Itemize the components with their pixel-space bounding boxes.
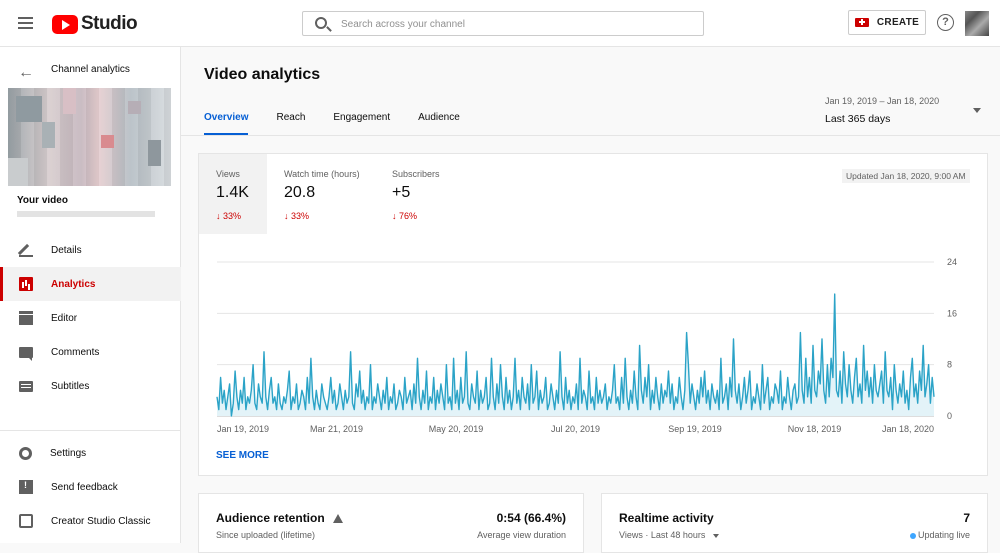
metric-value: 1.4K bbox=[216, 184, 249, 201]
search-input[interactable] bbox=[341, 16, 691, 32]
sidebar-item-comments[interactable]: Comments bbox=[0, 335, 181, 369]
metric-views[interactable]: Views 1.4K ↓ 33% bbox=[199, 154, 267, 234]
sidebar-item-label: Send feedback bbox=[51, 481, 118, 493]
create-button[interactable]: CREATE bbox=[848, 10, 926, 35]
warning-icon bbox=[333, 514, 343, 523]
card-value: 0:54 (66.4%) bbox=[496, 511, 566, 525]
analytics-icon bbox=[19, 277, 33, 291]
see-more-link[interactable]: SEE MORE bbox=[216, 450, 269, 461]
feedback-icon bbox=[19, 480, 33, 494]
page-title: Video analytics bbox=[204, 66, 321, 83]
classic-icon bbox=[19, 514, 33, 528]
menu-icon[interactable] bbox=[18, 17, 33, 29]
tab-overview[interactable]: Overview bbox=[204, 112, 249, 135]
metric-label: Subscribers bbox=[392, 169, 440, 179]
metric-change: ↓ 33% bbox=[284, 211, 310, 221]
card-subtitle: Since uploaded (lifetime) bbox=[216, 530, 316, 540]
metric-watch-time[interactable]: Watch time (hours) 20.8 ↓ 33% bbox=[267, 154, 375, 234]
sidebar: ← Channel analytics Your video Details A… bbox=[0, 47, 181, 543]
live-dot-icon bbox=[910, 533, 916, 539]
card-value-label: Average view duration bbox=[477, 530, 566, 540]
sidebar-item-analytics[interactable]: Analytics bbox=[0, 267, 181, 301]
help-icon[interactable]: ? bbox=[937, 14, 954, 31]
chevron-down-icon[interactable] bbox=[973, 108, 981, 113]
your-video-label: Your video bbox=[17, 195, 68, 206]
metric-change: ↓ 33% bbox=[216, 211, 242, 221]
metric-value: 20.8 bbox=[284, 184, 316, 201]
video-thumbnail[interactable] bbox=[8, 88, 171, 186]
x-tick-label: Jul 20, 2019 bbox=[551, 424, 600, 434]
y-tick-label: 8 bbox=[947, 360, 952, 370]
metric-label: Watch time (hours) bbox=[284, 169, 360, 179]
sidebar-divider bbox=[0, 430, 181, 431]
card-title: Realtime activity bbox=[619, 511, 714, 525]
y-tick-label: 24 bbox=[947, 257, 957, 267]
sidebar-item-label: Settings bbox=[50, 447, 87, 459]
card-subtitle[interactable]: Views · Last 48 hours bbox=[619, 530, 705, 540]
tab-engagement[interactable]: Engagement bbox=[333, 112, 390, 135]
sidebar-item-label: Editor bbox=[51, 312, 78, 324]
x-tick-label: Sep 19, 2019 bbox=[668, 424, 722, 434]
sidebar-item-creator-studio-classic[interactable]: Creator Studio Classic bbox=[0, 504, 181, 538]
sidebar-item-label: Subtitles bbox=[51, 380, 90, 392]
avatar[interactable] bbox=[965, 11, 989, 36]
search-icon bbox=[315, 17, 327, 29]
chevron-down-icon[interactable] bbox=[713, 534, 719, 538]
y-tick-label: 0 bbox=[947, 411, 952, 421]
create-label: CREATE bbox=[876, 17, 920, 28]
sidebar-item-label: Analytics bbox=[51, 278, 96, 290]
updated-badge: Updated Jan 18, 2020, 9:00 AM bbox=[842, 169, 970, 183]
gear-icon bbox=[19, 446, 32, 460]
x-tick-label: Nov 18, 2019 bbox=[788, 424, 842, 434]
sidebar-item-editor[interactable]: Editor bbox=[0, 301, 181, 335]
metric-label: Views bbox=[216, 169, 240, 179]
sidebar-item-label: Details bbox=[51, 244, 82, 256]
card-value-label: Updating live bbox=[917, 530, 970, 540]
search-box[interactable] bbox=[302, 11, 704, 36]
chart-y-ticks: 0 8 16 24 bbox=[947, 257, 957, 421]
date-range-label: Last 365 days bbox=[825, 113, 891, 125]
realtime-activity-card[interactable]: Realtime activity Views · Last 48 hours … bbox=[601, 493, 988, 553]
sidebar-item-label: Creator Studio Classic bbox=[51, 515, 151, 527]
views-chart: 0 8 16 24 Jan 19, 2019 Mar 21, 2019 May 20, 2… bbox=[216, 257, 957, 434]
date-range-selector[interactable]: Jan 19, 2019 – Jan 18, 2020 Last 365 day… bbox=[825, 96, 939, 125]
sidebar-item-label: Comments bbox=[51, 346, 100, 358]
tab-bar: Overview Reach Engagement Audience bbox=[204, 112, 488, 135]
x-tick-label: Mar 21, 2019 bbox=[310, 424, 363, 434]
sidebar-title: Channel analytics bbox=[51, 64, 130, 75]
metric-subscribers[interactable]: Subscribers +5 ↓ 76% bbox=[375, 154, 475, 234]
card-title: Audience retention bbox=[216, 511, 325, 525]
y-tick-label: 16 bbox=[947, 308, 957, 318]
sidebar-item-settings[interactable]: Settings bbox=[0, 436, 181, 470]
logo-text: Studio bbox=[81, 13, 138, 34]
top-bar: Studio CREATE ? bbox=[0, 0, 1000, 47]
chart-x-ticks: Jan 19, 2019 Mar 21, 2019 May 20, 2019 Jul … bbox=[217, 424, 934, 434]
x-tick-label: Jan 19, 2019 bbox=[217, 424, 269, 434]
comment-icon bbox=[19, 346, 33, 361]
x-tick-label: Jan 18, 2020 bbox=[882, 424, 934, 434]
overview-card: Views 1.4K ↓ 33% Watch time (hours) 20.8… bbox=[198, 153, 988, 476]
tab-audience[interactable]: Audience bbox=[418, 112, 460, 135]
sidebar-item-send-feedback[interactable]: Send feedback bbox=[0, 470, 181, 504]
chart-line bbox=[216, 293, 935, 417]
video-camera-icon bbox=[854, 18, 869, 27]
tab-divider bbox=[181, 135, 1000, 136]
sidebar-item-subtitles[interactable]: Subtitles bbox=[0, 369, 181, 403]
back-arrow-icon[interactable]: ← bbox=[18, 64, 34, 82]
tab-reach[interactable]: Reach bbox=[276, 112, 305, 135]
video-title-redacted bbox=[17, 211, 155, 217]
metric-change: ↓ 76% bbox=[392, 211, 418, 221]
studio-logo[interactable]: Studio bbox=[52, 13, 138, 35]
x-tick-label: May 20, 2019 bbox=[429, 424, 484, 434]
youtube-play-icon bbox=[52, 14, 78, 34]
clapperboard-icon bbox=[19, 311, 33, 325]
sidebar-item-details[interactable]: Details bbox=[0, 233, 181, 267]
date-range-dates: Jan 19, 2019 – Jan 18, 2020 bbox=[825, 96, 940, 106]
subtitles-icon bbox=[19, 380, 33, 392]
metric-value: +5 bbox=[392, 184, 411, 201]
pencil-icon bbox=[19, 243, 33, 257]
audience-retention-card[interactable]: Audience retention Since uploaded (lifet… bbox=[198, 493, 584, 553]
card-value: 7 bbox=[963, 511, 970, 525]
